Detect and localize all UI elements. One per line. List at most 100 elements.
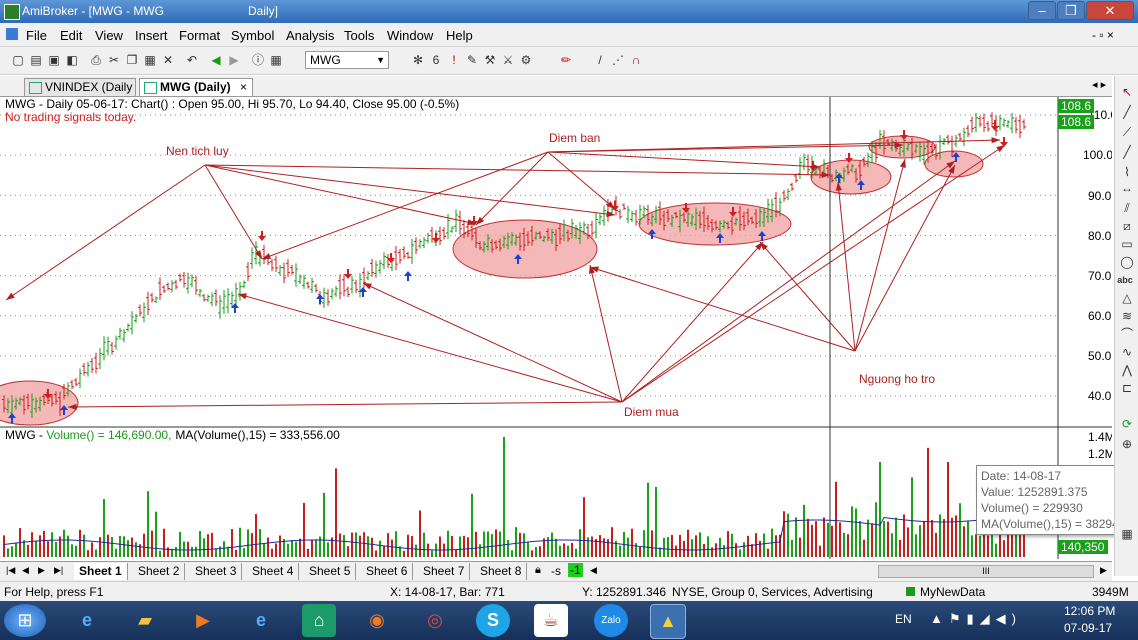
save-all-icon[interactable]: ◧ <box>64 52 80 68</box>
minimize-button[interactable]: – <box>1028 1 1056 20</box>
sheet-tab-3[interactable]: Sheet 3 <box>190 563 243 580</box>
sheet-nav-first[interactable]: |◀ <box>6 565 15 576</box>
copy-icon[interactable]: ❐ <box>124 52 140 68</box>
close-icon[interactable]: × <box>240 79 247 96</box>
menu-file[interactable]: File <box>26 28 47 43</box>
backtest-icon[interactable]: ⚔ <box>500 52 516 68</box>
undo-icon[interactable]: ↶ <box>184 52 200 68</box>
language-indicator[interactable]: EN <box>895 612 912 626</box>
chart-area[interactable]: 110.0 100.0 90.0 80.0 70.0 60.0 50.0 40.… <box>0 97 1112 559</box>
sheet-tab-8[interactable]: Sheet 8 <box>475 563 528 580</box>
sheet-nav-next[interactable]: ▶ <box>38 565 45 576</box>
save-icon[interactable]: ▣ <box>46 52 62 68</box>
color-icon[interactable]: ✏ <box>558 52 574 68</box>
menu-view[interactable]: View <box>95 28 123 43</box>
sheet-nav-last[interactable]: ▶| <box>54 565 63 576</box>
sheet-s-button[interactable]: -s <box>551 564 561 578</box>
arc-icon[interactable]: ⌒ <box>1119 326 1135 342</box>
sheet-tab-5[interactable]: Sheet 5 <box>304 563 357 580</box>
ellipse-icon[interactable]: ◯ <box>1119 254 1135 270</box>
draw-dotted-icon[interactable]: ⋰ <box>610 52 626 68</box>
menu-analysis[interactable]: Analysis <box>286 28 334 43</box>
sheet-tab-7[interactable]: Sheet 7 <box>418 563 471 580</box>
pointer-icon[interactable]: ↖ <box>1119 84 1135 100</box>
delete-icon[interactable]: ✕ <box>160 52 176 68</box>
mdi-controls[interactable]: - ▫ × <box>1092 28 1114 42</box>
ie-icon-2[interactable]: e <box>244 604 278 637</box>
parallel-line-icon[interactable]: ⫽ <box>1119 200 1135 216</box>
draw-line-icon[interactable]: / <box>592 52 608 68</box>
alert-icon[interactable]: ! <box>446 52 462 68</box>
new-icon[interactable]: ▢ <box>10 52 26 68</box>
explore-icon[interactable]: ⚒ <box>482 52 498 68</box>
symbol-combo[interactable]: MWG ▼ <box>305 51 389 69</box>
text-icon[interactable]: abc <box>1117 272 1133 288</box>
zalo-icon[interactable]: Zalo <box>594 604 628 637</box>
horizontal-scrollbar[interactable]: III <box>878 565 1094 578</box>
status-layout[interactable]: MyNewData <box>920 585 985 599</box>
channel-icon[interactable]: ⧄ <box>1119 218 1135 234</box>
ray-icon[interactable]: ⟋ <box>1119 124 1135 140</box>
horizontal-line-icon[interactable]: ↔ <box>1119 180 1135 196</box>
paste-icon[interactable]: ▦ <box>142 52 158 68</box>
sheet-nav-prev[interactable]: ◀ <box>22 565 29 576</box>
firefox-icon[interactable]: ◉ <box>360 604 394 637</box>
cycle-icon[interactable]: ⊏ <box>1119 380 1135 396</box>
print-icon[interactable]: ⎙ <box>88 52 104 68</box>
menu-symbol[interactable]: Symbol <box>231 28 274 43</box>
menu-help[interactable]: Help <box>446 28 473 43</box>
last-price-tag: 108.6 <box>1061 99 1091 113</box>
media-player-icon[interactable]: ▶ <box>186 604 220 637</box>
start-button[interactable]: ⊞ <box>4 604 46 637</box>
cut-icon[interactable]: ✂ <box>106 52 122 68</box>
ie-icon[interactable]: e <box>70 604 104 637</box>
skype-icon[interactable]: S <box>476 604 510 637</box>
sheet-tab-4[interactable]: Sheet 4 <box>247 563 300 580</box>
forward-icon[interactable]: ▶ <box>226 52 242 68</box>
chrome-icon[interactable]: ◎ <box>418 604 452 637</box>
zigzag-icon[interactable]: ⋀ <box>1119 362 1135 378</box>
grid-icon[interactable]: ▦ <box>1119 526 1135 542</box>
sheet-tab-6[interactable]: Sheet 6 <box>361 563 414 580</box>
wave-icon[interactable]: ∿ <box>1119 344 1135 360</box>
formula-icon[interactable]: 6 <box>428 52 444 68</box>
folder-icon[interactable]: ▰ <box>128 604 162 637</box>
menu-insert[interactable]: Insert <box>135 28 168 43</box>
lock-icon[interactable]: 🔒︎ <box>535 564 541 577</box>
java-icon[interactable]: ☕︎ <box>534 604 568 637</box>
zoom-in-icon[interactable]: ⊕ <box>1119 436 1135 452</box>
trendline-icon[interactable]: ╱ <box>1119 104 1135 120</box>
menu-tools[interactable]: Tools <box>344 28 374 43</box>
calendar-icon[interactable]: ▦ <box>268 52 284 68</box>
vertical-line-icon[interactable]: ⌇ <box>1119 164 1135 180</box>
indicator-icon[interactable]: ✻ <box>410 52 426 68</box>
menu-format[interactable]: Format <box>179 28 220 43</box>
sheet-1-button[interactable]: -1 <box>568 563 583 577</box>
volume-bar <box>411 536 413 557</box>
magnet-icon[interactable]: ∩ <box>628 52 644 68</box>
tray-icons[interactable]: ▲⚑▮◢◀) <box>930 611 1022 627</box>
close-button[interactable]: ✕ <box>1086 1 1134 20</box>
optimize-icon[interactable]: ⚙ <box>518 52 534 68</box>
triangle-icon[interactable]: △ <box>1119 290 1135 306</box>
sheet-tab-1[interactable]: Sheet 1 <box>74 563 128 580</box>
extended-line-icon[interactable]: ╱ <box>1119 144 1135 160</box>
menu-edit[interactable]: Edit <box>60 28 82 43</box>
tab-nav-arrows[interactable]: ◂ ▸ <box>1092 78 1106 91</box>
tab-vnindex[interactable]: VNINDEX (Daily <box>24 78 136 96</box>
back-icon[interactable]: ◀ <box>208 52 224 68</box>
tab-mwg[interactable]: MWG (Daily) × <box>139 78 253 96</box>
home-app-icon[interactable]: ⌂ <box>302 604 336 637</box>
rectangle-icon[interactable]: ▭ <box>1119 236 1135 252</box>
fibonacci-icon[interactable]: ≋ <box>1119 308 1135 324</box>
scroll-right-icon[interactable]: ▶ <box>1100 565 1107 576</box>
maximize-button[interactable]: ❐ <box>1057 1 1085 20</box>
refresh-icon[interactable]: ⟳ <box>1119 416 1135 432</box>
open-icon[interactable]: ▤ <box>28 52 44 68</box>
info-icon[interactable]: ⓘ <box>250 52 266 68</box>
scan-icon[interactable]: ✎ <box>464 52 480 68</box>
scroll-left-icon[interactable]: ◀ <box>590 565 597 576</box>
sheet-tab-2[interactable]: Sheet 2 <box>133 563 186 580</box>
menu-window[interactable]: Window <box>387 28 433 43</box>
amibroker-icon[interactable]: ▲ <box>650 604 686 639</box>
